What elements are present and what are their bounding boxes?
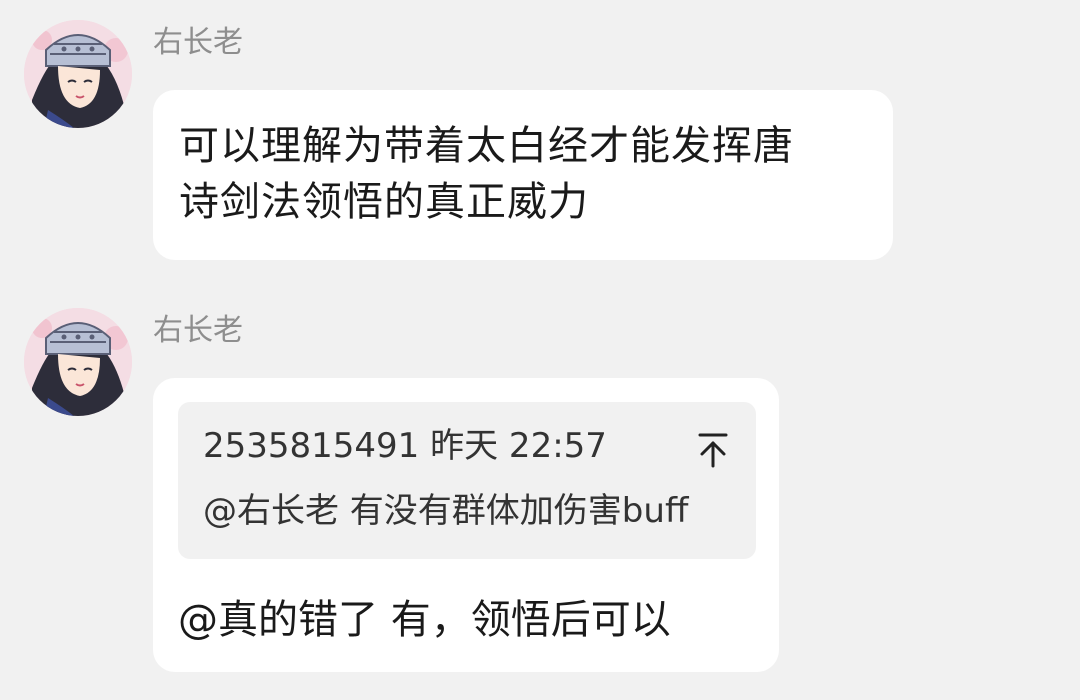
sender-avatar[interactable]	[24, 308, 132, 416]
message-text-line: 诗剑法领悟的真正威力	[179, 179, 589, 225]
message-text-line: 可以理解为带着太白经才能发挥唐	[179, 123, 794, 169]
message-bubble[interactable]: 2535815491 昨天 22:57 @右长老 有没有群体加伤害buff @真…	[153, 378, 779, 672]
message-bubble[interactable]: 可以理解为带着太白经才能发挥唐 诗剑法领悟的真正威力	[153, 90, 893, 260]
quoted-message[interactable]: 2535815491 昨天 22:57 @右长老 有没有群体加伤害buff	[178, 402, 756, 559]
chat-message: 右长老 可以理解为带着太白经才能发挥唐 诗剑法领悟的真正威力	[0, 0, 1080, 270]
quoted-meta: 2535815491 昨天 22:57	[203, 426, 607, 466]
chat-message: 右长老 2535815491 昨天 22:57 @右长老 有没有群体加伤害buf…	[0, 290, 1080, 700]
sender-avatar[interactable]	[24, 20, 132, 128]
quoted-text: @右长老 有没有群体加伤害buff	[203, 491, 689, 531]
message-text: @真的错了 有，领悟后可以	[178, 597, 671, 643]
jump-to-top-icon[interactable]	[696, 430, 730, 470]
anime-girl-avatar-icon	[24, 308, 132, 416]
sender-name: 右长老	[153, 313, 243, 348]
sender-name: 右长老	[153, 25, 243, 60]
anime-girl-avatar-icon	[24, 20, 132, 128]
